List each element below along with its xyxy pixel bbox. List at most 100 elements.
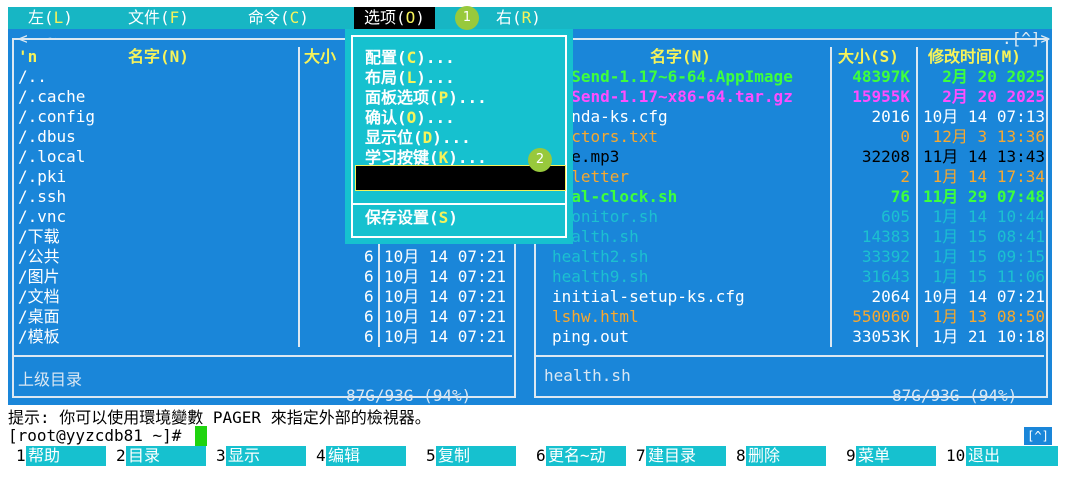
function-key-number: 9 xyxy=(846,446,856,465)
right-row-mtime: 2月 20 2025 xyxy=(942,87,1045,106)
right-row-name[interactable]: alSend-1.17~x86-64.tar.gz xyxy=(552,87,793,107)
function-key-number: 1 xyxy=(16,446,26,465)
left-row-name[interactable]: /公共 xyxy=(18,247,60,267)
left-row-name[interactable]: /桌面 xyxy=(18,307,60,327)
left-row-mtime: 10月 14 07:21 xyxy=(384,247,506,266)
left-row-mtime: 10月 14 07:21 xyxy=(384,267,506,286)
step-badge-2: 2 xyxy=(528,148,552,172)
options-menu-item[interactable]: 配置(C)... xyxy=(365,48,455,68)
left-row-name[interactable]: /.vnc xyxy=(18,207,66,227)
left-panel-corner: <- ~ xyxy=(18,29,57,48)
options-menu-item[interactable]: 布局(L)... xyxy=(365,68,455,88)
options-menu-item[interactable]: 显示位(D)... xyxy=(365,128,471,148)
left-row-name[interactable]: /.. xyxy=(18,67,47,87)
right-row-name[interactable]: alSend-1.17~6-64.AppImage xyxy=(552,67,793,87)
right-row-name[interactable]: ping.out xyxy=(552,327,629,347)
menu-command[interactable]: 命令(C) xyxy=(248,7,309,29)
function-key-9[interactable]: 9 菜单 xyxy=(846,446,936,466)
right-panel[interactable]: .[^]> 名字(N) 大小(S) 修改时间(M) alSend-1.17~6-… xyxy=(530,29,1052,405)
function-key-2[interactable]: 2 目录 xyxy=(116,446,206,466)
right-disk-usage: 87G/93G (94%) xyxy=(892,386,1018,405)
function-key-6[interactable]: 6 更名~动 xyxy=(536,446,626,466)
function-key-label: 退出 xyxy=(966,446,1058,466)
menu-file[interactable]: 文件(F) xyxy=(128,7,189,29)
right-header-mtime[interactable]: 修改时间(M) xyxy=(928,47,1021,67)
function-key-label: 编辑 xyxy=(326,446,406,466)
menu-bar: 左(L) 文件(F) 命令(C) 选项(O) 右(R) xyxy=(8,7,1052,29)
function-key-number: 5 xyxy=(426,446,436,465)
right-row-size: 33053K xyxy=(852,327,910,346)
right-panel-corner: .[^]> xyxy=(1002,29,1051,48)
left-row-name[interactable]: /.ssh xyxy=(18,187,66,207)
right-row-size: 31643 xyxy=(861,267,910,286)
function-key-number: 8 xyxy=(736,446,746,465)
right-header-size[interactable]: 大小(S) xyxy=(838,47,899,67)
function-key-number: 10 xyxy=(946,446,966,465)
right-row-mtime: 1月 14 10:44 xyxy=(932,207,1045,226)
right-row-name[interactable]: initial-setup-ks.cfg xyxy=(552,287,745,307)
right-row-mtime: 10月 14 07:21 xyxy=(923,287,1045,306)
right-row-mtime: 1月 15 09:15 xyxy=(932,247,1045,266)
function-key-5[interactable]: 5 复制 xyxy=(426,446,516,466)
right-row-size: 15955K xyxy=(852,87,910,106)
right-row-size: 76 xyxy=(890,187,910,206)
left-row-mtime: 10月 14 07:21 xyxy=(384,327,506,346)
menu-options[interactable]: 选项(O) xyxy=(354,7,435,29)
function-key-3[interactable]: 3 显示 xyxy=(216,446,306,466)
left-row-name[interactable]: /.config xyxy=(18,107,95,127)
shell-prompt[interactable]: [root@yyzcdb81 ~]# xyxy=(8,426,181,445)
right-row-size: 48397K xyxy=(852,67,910,86)
options-menu-item[interactable]: 保存设置(S) xyxy=(365,208,458,228)
left-header-size[interactable]: 大小 xyxy=(304,47,336,67)
function-key-label: 复制 xyxy=(436,446,516,466)
menu-left[interactable]: 左(L) xyxy=(28,7,73,29)
step-badge-1: 1 xyxy=(455,6,479,30)
left-row-name[interactable]: /.dbus xyxy=(18,127,76,147)
function-key-number: 6 xyxy=(536,446,546,465)
right-row-size: 32208 xyxy=(861,147,910,166)
function-key-1[interactable]: 1 帮助 xyxy=(16,446,106,466)
function-key-4[interactable]: 4 编辑 xyxy=(316,446,406,466)
right-status-divider xyxy=(534,355,1044,357)
options-menu-item[interactable]: 确认(O)... xyxy=(365,108,455,128)
options-menu: 配置(C)... 布局(L)... 面板选项(P)... 确认(O)... 显示位(D)… xyxy=(345,29,573,244)
right-row-name[interactable]: lshw.html xyxy=(552,307,639,327)
menu-right[interactable]: 右(R) xyxy=(496,7,541,29)
function-key-number: 4 xyxy=(316,446,326,465)
right-row-mtime: 1月 15 11:06 xyxy=(932,267,1045,286)
left-row-name[interactable]: /图片 xyxy=(18,267,60,287)
right-row-size: 2016 xyxy=(871,107,910,126)
right-row-mtime: 2月 20 2025 xyxy=(942,67,1045,86)
function-key-number: 2 xyxy=(116,446,126,465)
left-row-name[interactable]: /模板 xyxy=(18,327,60,347)
options-menu-item[interactable]: 面板选项(P)... xyxy=(365,88,487,108)
right-row-size: 550060 xyxy=(852,307,910,326)
hint-line: 提示: 你可以使用環境變數 PAGER 來指定外部的檢視器。 xyxy=(8,408,431,427)
left-row-name[interactable]: /.cache xyxy=(18,87,85,107)
left-row-name[interactable]: /下载 xyxy=(18,227,60,247)
function-key-10[interactable]: 10 退出 xyxy=(946,446,1058,466)
right-header-name[interactable]: 名字(N) xyxy=(650,47,711,67)
left-row-name[interactable]: /文档 xyxy=(18,287,60,307)
left-status-divider xyxy=(12,355,512,357)
right-row-size: 0 xyxy=(900,127,910,146)
left-row-size: 6 xyxy=(364,307,374,326)
right-row-name[interactable]: health9.sh xyxy=(552,267,648,287)
left-header-name[interactable]: 名字(N) xyxy=(128,47,189,67)
left-row-name[interactable]: /.pki xyxy=(18,167,66,187)
right-row-name[interactable]: health2.sh xyxy=(552,247,648,267)
function-key-label: 更名~动 xyxy=(546,446,626,466)
left-row-mtime: 10月 14 07:21 xyxy=(384,307,506,326)
function-key-8[interactable]: 8 删除 xyxy=(736,446,826,466)
right-row-mtime: 11月 14 13:43 xyxy=(923,147,1045,166)
right-row-mtime: 1月 21 10:18 xyxy=(932,327,1045,346)
left-row-name[interactable]: /.local xyxy=(18,147,85,167)
text-cursor xyxy=(195,426,207,446)
terminal-screen: 左(L) 文件(F) 命令(C) 选项(O) 右(R) <- ~ 'n 名字(N… xyxy=(0,0,1080,481)
function-key-label: 建目录 xyxy=(646,446,726,466)
left-row-size: 6 xyxy=(364,287,374,306)
function-key-number: 3 xyxy=(216,446,226,465)
scroll-indicator[interactable]: [^] xyxy=(1024,427,1052,445)
right-row-size: 2064 xyxy=(871,287,910,306)
function-key-7[interactable]: 7 建目录 xyxy=(636,446,726,466)
